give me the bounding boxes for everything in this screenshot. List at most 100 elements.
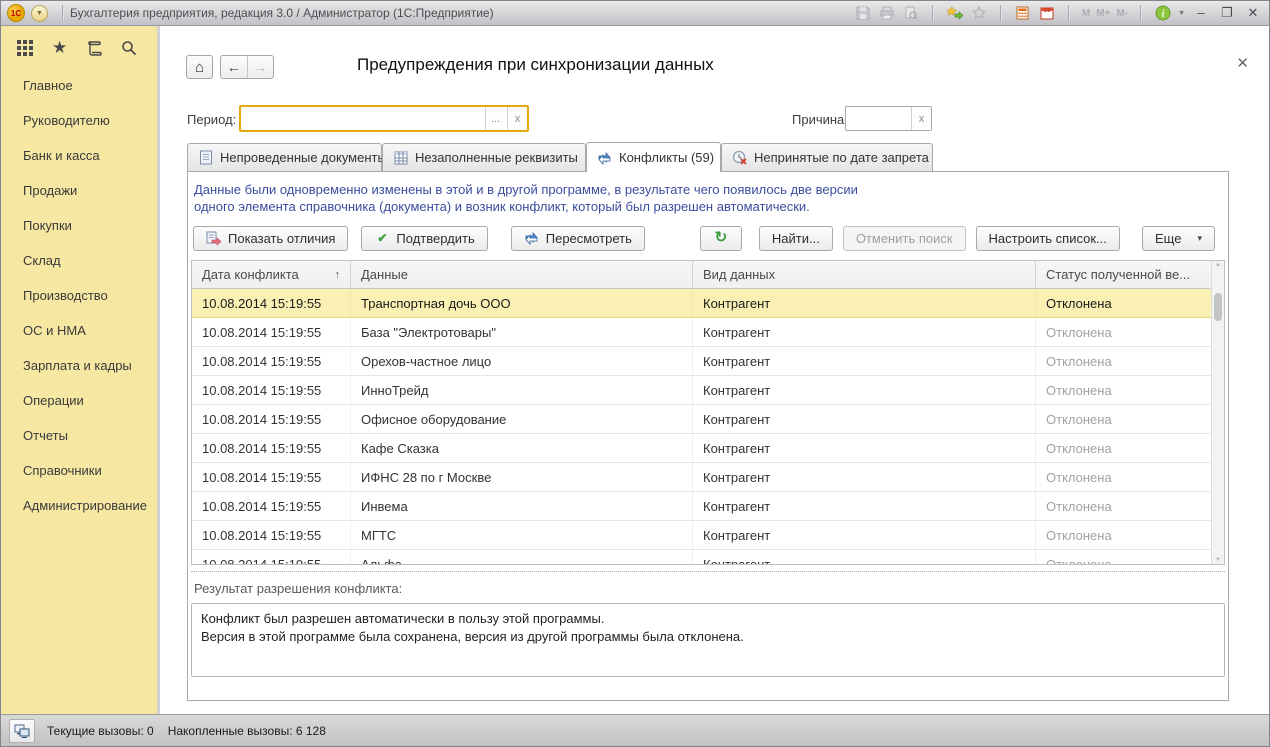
sidebar-item-10[interactable]: Отчеты <box>1 418 157 453</box>
cell-date: 10.08.2014 15:19:55 <box>192 463 351 491</box>
period-ellipsis-button[interactable]: ... <box>485 107 505 130</box>
calculator-icon[interactable] <box>1014 4 1032 22</box>
button-label: Подтвердить <box>396 231 474 246</box>
print-preview-icon[interactable] <box>902 4 920 22</box>
cell-status: Отклонена <box>1036 492 1213 520</box>
find-button[interactable]: Найти... <box>759 226 833 251</box>
info-dropdown-icon[interactable]: ▼ <box>1178 10 1185 17</box>
accumulated-calls: Накопленные вызовы: 6 128 <box>168 724 326 738</box>
close-page-button[interactable]: ✕ <box>1236 56 1249 71</box>
memory-m-plus-button[interactable]: M+ <box>1096 8 1110 19</box>
system-menu-dropdown-icon[interactable]: ▼ <box>31 5 48 22</box>
scroll-down-icon[interactable]: ▼ <box>1212 557 1224 563</box>
table-row[interactable]: 10.08.2014 15:19:55Транспортная дочь ООО… <box>192 289 1224 318</box>
cell-date: 10.08.2014 15:19:55 <box>192 405 351 433</box>
tab-label: Непринятые по дате запрета <box>754 150 929 165</box>
scroll-up-icon[interactable]: ▲ <box>1212 262 1224 268</box>
column-header-2[interactable]: Вид данных <box>693 261 1036 288</box>
table-row[interactable]: 10.08.2014 15:19:55ИнвемаКонтрагентОткло… <box>192 492 1224 521</box>
sync-arrows-icon <box>597 150 612 165</box>
column-header-0[interactable]: Дата конфликта↑ <box>192 261 351 288</box>
close-window-button[interactable]: ✕ <box>1243 4 1263 22</box>
minimize-button[interactable]: – <box>1191 4 1211 22</box>
sidebar-item-7[interactable]: ОС и НМА <box>1 313 157 348</box>
sidebar-item-11[interactable]: Справочники <box>1 453 157 488</box>
cell-date: 10.08.2014 15:19:55 <box>192 434 351 462</box>
maximize-button[interactable]: ❐ <box>1217 4 1237 22</box>
back-button[interactable]: ← <box>221 56 248 78</box>
titlebar: 1С ▼ Бухгалтерия предприятия, редакция 3… <box>1 1 1269 26</box>
review-button[interactable]: Пересмотреть <box>511 226 645 251</box>
table-row[interactable]: 10.08.2014 15:19:55МГТСКонтрагентОтклоне… <box>192 521 1224 550</box>
reason-clear-button[interactable]: x <box>911 107 931 130</box>
sidebar-item-5[interactable]: Склад <box>1 243 157 278</box>
divider <box>932 5 934 21</box>
refresh-button[interactable]: ↻ <box>700 226 742 251</box>
tab-2[interactable]: Конфликты (59) <box>586 142 721 172</box>
divider <box>62 5 64 21</box>
configure-list-button[interactable]: Настроить список... <box>976 226 1120 251</box>
sidebar-item-6[interactable]: Производство <box>1 278 157 313</box>
cell-kind: Контрагент <box>693 289 1036 317</box>
period-input[interactable] <box>241 107 485 130</box>
cell-kind: Контрагент <box>693 434 1036 462</box>
cell-kind: Контрагент <box>693 318 1036 346</box>
search-icon[interactable] <box>119 38 139 58</box>
show-differences-button[interactable]: Показать отличия <box>193 226 348 251</box>
main-content: ⌂ ← → Предупреждения при синхронизации д… <box>163 26 1269 714</box>
sidebar-item-8[interactable]: Зарплата и кадры <box>1 348 157 383</box>
button-label: Отменить поиск <box>856 231 953 246</box>
info-icon[interactable]: i <box>1154 4 1172 22</box>
calendar-icon[interactable]: 31 <box>1038 4 1056 22</box>
sidebar-item-12[interactable]: Администрирование <box>1 488 157 523</box>
cell-date: 10.08.2014 15:19:55 <box>192 550 351 565</box>
cell-status: Отклонена <box>1036 550 1213 565</box>
sidebar-item-3[interactable]: Продажи <box>1 173 157 208</box>
scrollbar-thumb[interactable] <box>1214 293 1222 321</box>
add-favorite-icon[interactable] <box>946 4 964 22</box>
confirm-button[interactable]: ✔Подтвердить <box>361 226 487 251</box>
conflicts-tab-panel: Данные были одновременно изменены в этой… <box>187 171 1229 701</box>
favorites-icon[interactable] <box>970 4 988 22</box>
cell-data: ИнноТрейд <box>351 376 693 404</box>
table-scrollbar[interactable]: ▲ ▼ <box>1211 261 1224 564</box>
cell-data: Орехов-частное лицо <box>351 347 693 375</box>
forward-button[interactable]: → <box>248 56 274 78</box>
sections-menu-icon[interactable] <box>15 38 35 58</box>
cell-data: Офисное оборудование <box>351 405 693 433</box>
table-row[interactable]: 10.08.2014 15:19:55ИФНС 28 по г МосквеКо… <box>192 463 1224 492</box>
period-clear-button[interactable]: x <box>507 107 527 130</box>
table-row[interactable]: 10.08.2014 15:19:55Кафе СказкаКонтрагент… <box>192 434 1224 463</box>
column-header-1[interactable]: Данные <box>351 261 693 288</box>
sidebar-item-0[interactable]: Главное <box>1 68 157 103</box>
table-row[interactable]: 10.08.2014 15:19:55ИнноТрейдКонтрагентОт… <box>192 376 1224 405</box>
sidebar-item-1[interactable]: Руководителю <box>1 103 157 138</box>
page-title: Предупреждения при синхронизации данных <box>357 55 714 75</box>
sidebar-item-9[interactable]: Операции <box>1 383 157 418</box>
history-icon[interactable] <box>84 38 104 58</box>
home-button[interactable]: ⌂ <box>186 55 213 79</box>
sidebar-item-2[interactable]: Банк и касса <box>1 138 157 173</box>
cell-status: Отклонена <box>1036 463 1213 491</box>
cell-date: 10.08.2014 15:19:55 <box>192 318 351 346</box>
table-row[interactable]: 10.08.2014 15:19:55База "Электротовары"К… <box>192 318 1224 347</box>
memory-m-minus-button[interactable]: M- <box>1116 8 1128 19</box>
table-row[interactable]: 10.08.2014 15:19:55АльфаКонтрагентОтклон… <box>192 550 1224 565</box>
print-icon[interactable] <box>878 4 896 22</box>
more-button[interactable]: Еще▾ <box>1142 226 1215 251</box>
tab-0[interactable]: Непроведенные документы <box>187 143 382 171</box>
cell-date: 10.08.2014 15:19:55 <box>192 492 351 520</box>
save-icon[interactable] <box>854 4 872 22</box>
favorites-star-icon[interactable]: ★ <box>50 38 70 58</box>
tab-1[interactable]: Незаполненные реквизиты <box>382 143 586 171</box>
sidebar-item-4[interactable]: Покупки <box>1 208 157 243</box>
server-calls-icon[interactable] <box>9 719 35 743</box>
reason-input[interactable] <box>846 107 911 130</box>
cell-date: 10.08.2014 15:19:55 <box>192 521 351 549</box>
tab-3[interactable]: Непринятые по дате запрета <box>721 143 933 171</box>
column-header-3[interactable]: Статус полученной ве... <box>1036 261 1213 288</box>
memory-m-button[interactable]: M <box>1082 8 1090 19</box>
cancel-search-button[interactable]: Отменить поиск <box>843 226 966 251</box>
table-row[interactable]: 10.08.2014 15:19:55Офисное оборудованиеК… <box>192 405 1224 434</box>
table-row[interactable]: 10.08.2014 15:19:55Орехов-частное лицоКо… <box>192 347 1224 376</box>
